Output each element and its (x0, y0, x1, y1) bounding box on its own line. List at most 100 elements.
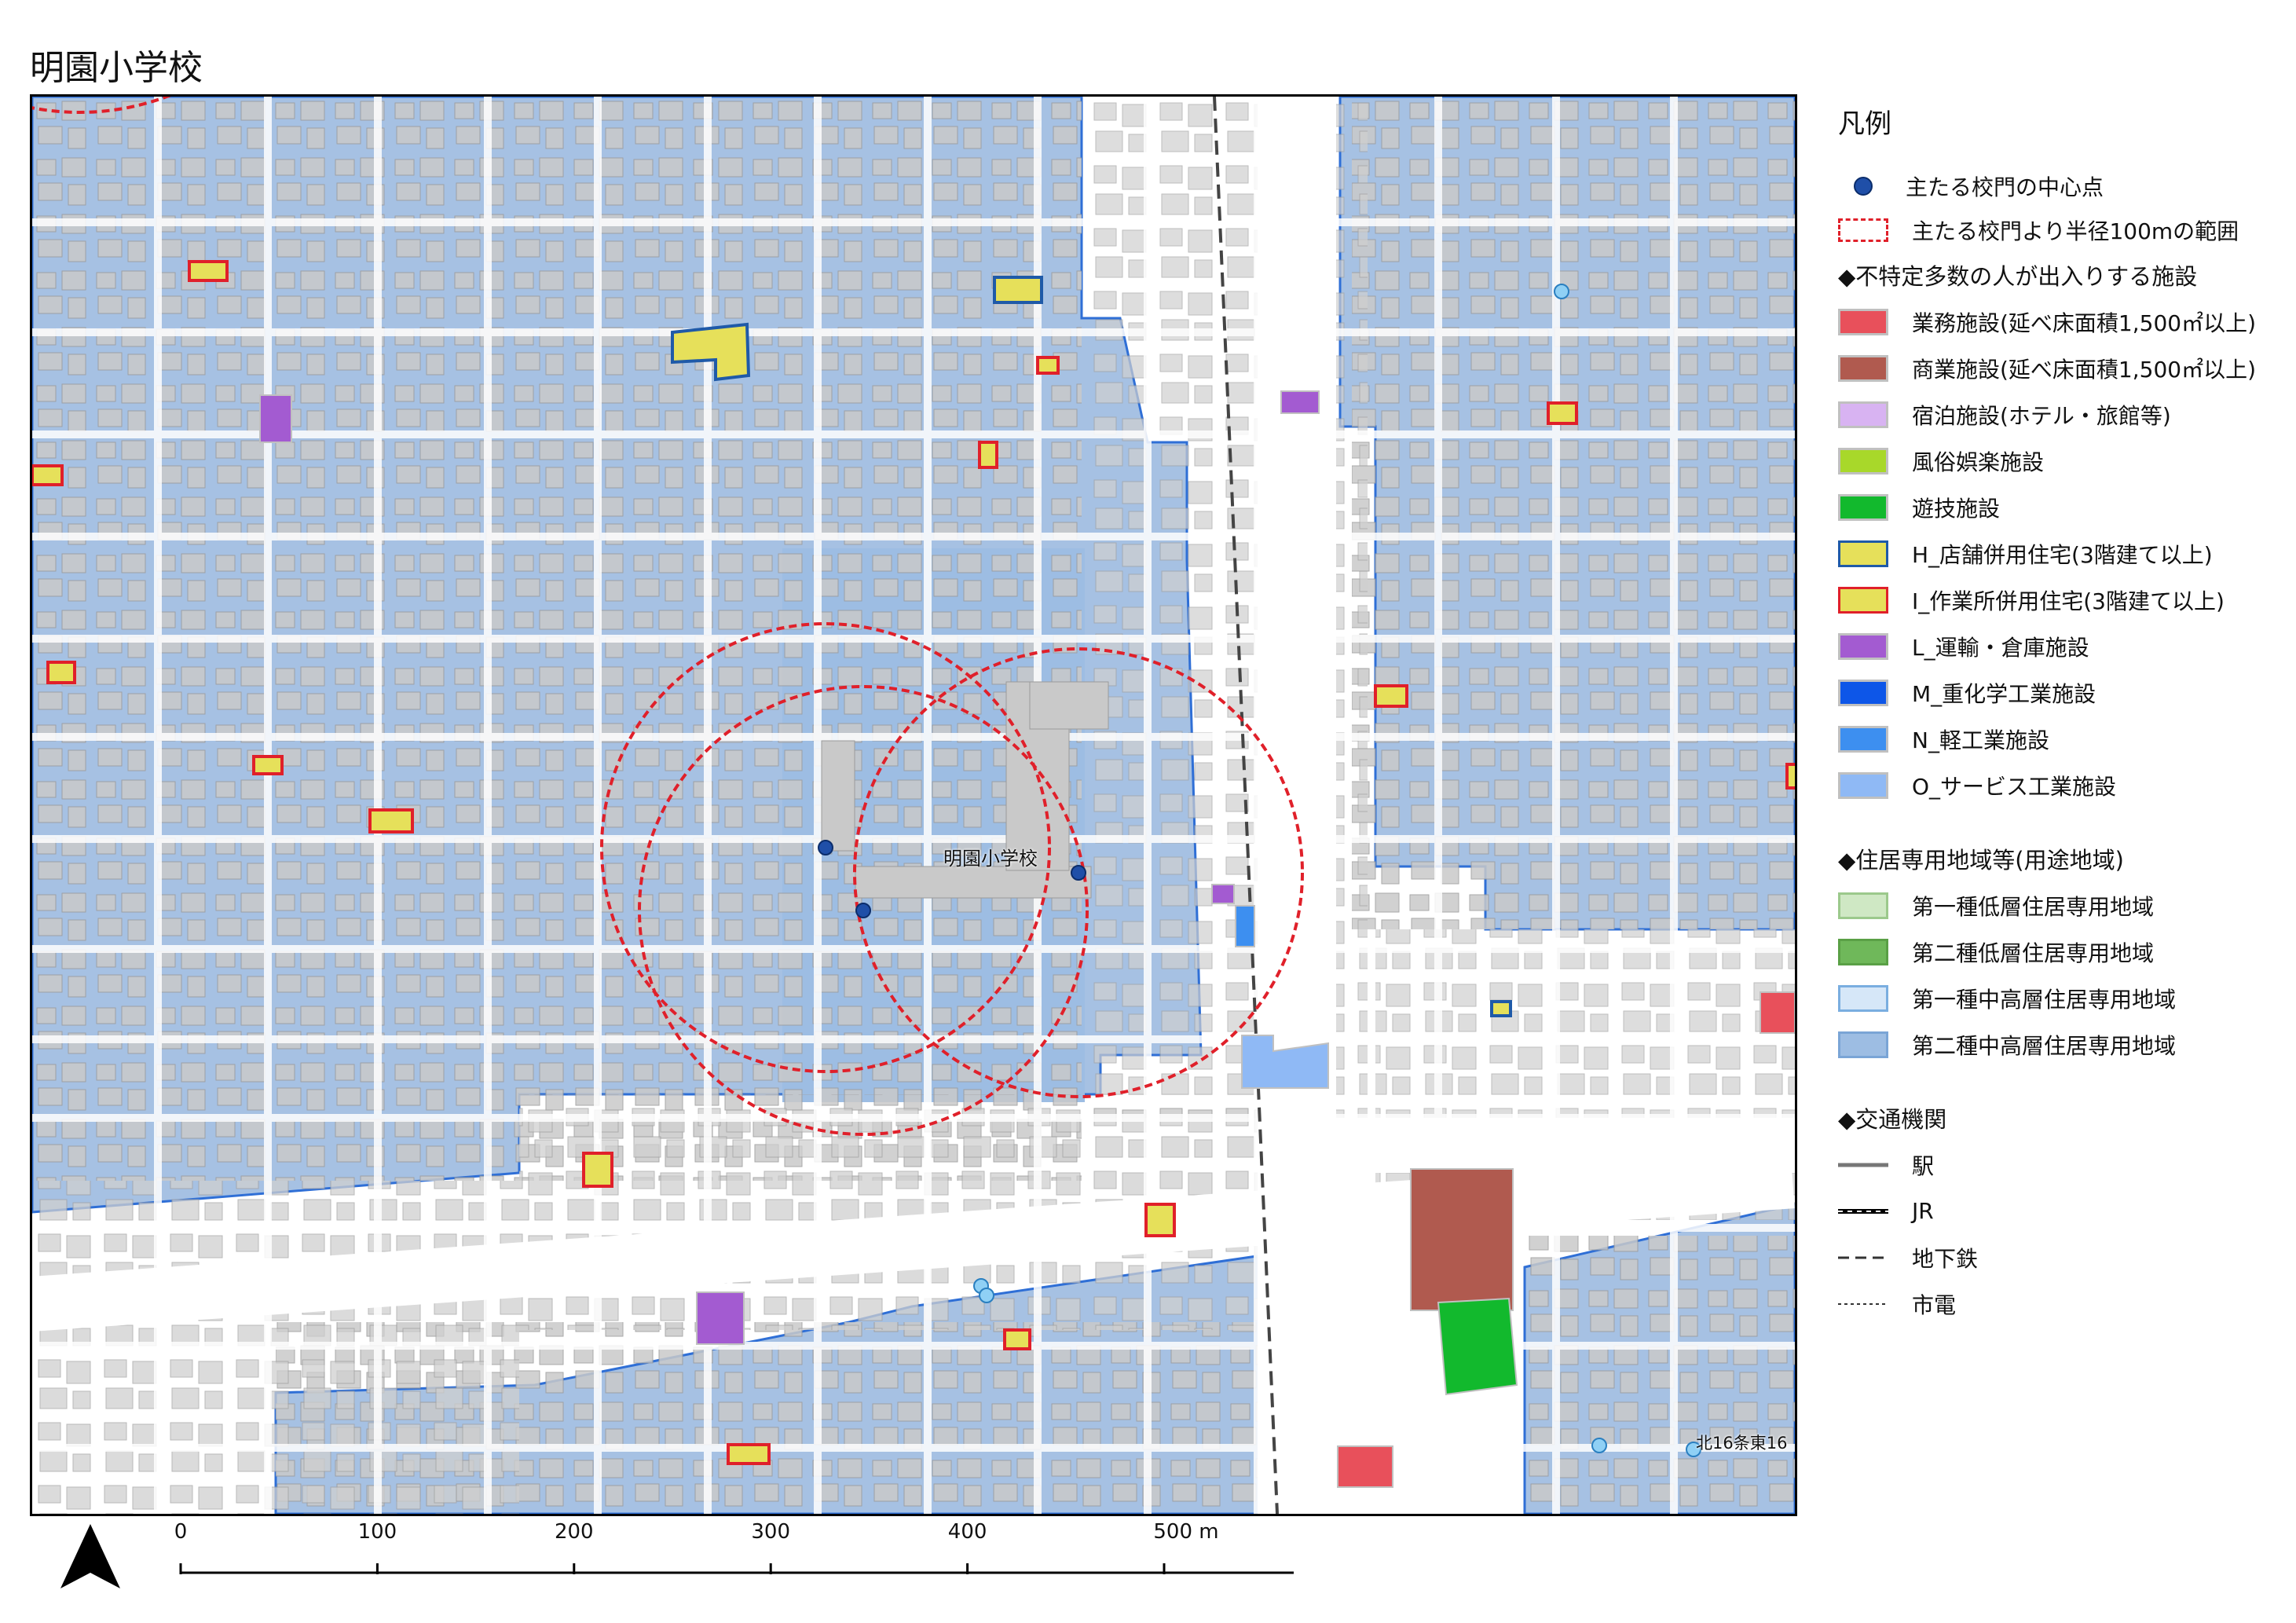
legend-facility-swatch-icon (1838, 354, 1888, 382)
school-label: 明園小学校 (943, 848, 1038, 870)
legend-facility-item: 商業施設(延べ床面積1,500㎡以上) (1838, 345, 2286, 391)
legend-transport-item: 駅 (1838, 1141, 2286, 1188)
legend-zone-swatch-icon (1838, 1031, 1888, 1058)
facility-l-transport (696, 1291, 745, 1345)
transport-subway-icon (1838, 1256, 1888, 1258)
legend-transport-label: 地下鉄 (1912, 1245, 1979, 1272)
legend-zone-item: 第一種低層住居専用地域 (1838, 882, 2286, 929)
legend-facility-label: O_サービス工業施設 (1912, 773, 2117, 800)
legend-transport-item: 市電 (1838, 1280, 2286, 1327)
legend-facility-item: O_サービス工業施設 (1838, 762, 2286, 808)
legend-facility-label: N_軽工業施設 (1912, 727, 2049, 753)
facility-i-workshop-residence (1003, 1328, 1031, 1350)
legend-facility-label: L_運輸・倉庫施設 (1912, 634, 2089, 661)
legend-facility-label: 遊技施設 (1912, 495, 2001, 522)
legend-facility-label: M_重化学工業施設 (1912, 680, 2096, 707)
legend-facility-label: 業務施設(延べ床面積1,500㎡以上) (1912, 310, 2257, 336)
legend-facility-swatch-icon (1838, 679, 1888, 706)
facility-i-workshop-residence (368, 808, 414, 833)
legend-facility-item: 業務施設(延べ床面積1,500㎡以上) (1838, 299, 2286, 345)
facility-i-workshop-residence (1785, 763, 1795, 790)
legend-facility-item: 宿泊施設(ホテル・旅館等) (1838, 391, 2286, 438)
legend: 凡例 主たる校門の中心点 主たる校門より半径100mの範囲 ◆不特定多数の人が出… (1838, 102, 2286, 1327)
facility-i-workshop-residence (1374, 684, 1408, 708)
legend-zone-swatch-icon (1838, 938, 1888, 965)
legend-facility-label: 風俗娯楽施設 (1912, 449, 2045, 475)
legend-facility-item: M_重化学工業施設 (1838, 669, 2286, 716)
facility-l-transport (259, 394, 292, 443)
legend-transport-label: 駅 (1912, 1152, 1935, 1179)
facility-i-workshop-residence (32, 464, 64, 486)
facility-business (1760, 991, 1795, 1034)
facility-h-shop-residence (1490, 1000, 1512, 1017)
facility-l-transport (1280, 390, 1320, 414)
legend-facility-item: I_作業所併用住宅(3階建て以上) (1838, 577, 2286, 623)
legend-transport-item: JR (1838, 1188, 2286, 1234)
legend-facility-item: N_軽工業施設 (1838, 716, 2286, 762)
facility-i-workshop-residence (1547, 401, 1578, 425)
legend-facility-swatch-icon (1838, 725, 1888, 753)
legend-zone-label: 第一種低層住居専用地域 (1912, 893, 2155, 920)
facility-i-workshop-residence (188, 260, 229, 282)
legend-title: 凡例 (1838, 108, 1891, 140)
legend-facility-item: 風俗娯楽施設 (1838, 438, 2286, 484)
transport-station-icon (1838, 1163, 1888, 1167)
gate-point (818, 840, 833, 855)
legend-facility-item: 遊技施設 (1838, 484, 2286, 530)
legend-transport-label: JR (1912, 1198, 1934, 1224)
facility-n-light-industry (1235, 905, 1255, 947)
legend-zone-swatch-icon (1838, 984, 1888, 1012)
legend-zone-label: 第二種中高層住居専用地域 (1912, 1032, 2177, 1059)
facility-business (1337, 1445, 1393, 1488)
legend-section-transport: ◆交通機関 (1838, 1106, 1947, 1133)
legend-facility-swatch-icon (1838, 632, 1888, 660)
map-canvas[interactable] (32, 97, 1795, 1514)
facility-i-workshop-residence (1036, 356, 1060, 375)
radius-range-icon (1838, 218, 1888, 242)
legend-transport-item: 地下鉄 (1838, 1234, 2286, 1280)
legend-zone-item: 第一種中高層住居専用地域 (1838, 975, 2286, 1021)
transport-jr-icon (1838, 1208, 1888, 1214)
legend-facility-swatch-icon (1838, 308, 1888, 335)
facility-l-transport (1211, 884, 1235, 904)
page-title: 明園小学校 (30, 48, 203, 88)
legend-facility-label: I_作業所併用住宅(3階建て以上) (1912, 588, 2225, 614)
legend-facility-item: L_運輸・倉庫施設 (1838, 623, 2286, 669)
legend-transport-label: 市電 (1912, 1291, 1957, 1318)
legend-section-zones: ◆住居専用地域等(用途地域) (1838, 847, 2124, 874)
legend-radius-range: 主たる校門より半径100mの範囲 (1838, 209, 2286, 251)
facility-i-workshop-residence (252, 755, 284, 775)
facility-i-workshop-residence (1144, 1203, 1176, 1237)
facility-amusement (1437, 1297, 1518, 1396)
legend-facility-swatch-icon (1838, 447, 1888, 474)
legend-facility-swatch-icon (1838, 586, 1888, 614)
legend-zone-label: 第二種低層住居専用地域 (1912, 940, 2155, 966)
facility-h-shop-residence (993, 276, 1043, 304)
transport-tram-icon (1838, 1302, 1888, 1305)
facility-commercial (1410, 1168, 1514, 1311)
gate-point (855, 903, 871, 918)
scale-bar-graphic (179, 1563, 1294, 1574)
facility-i-workshop-residence (46, 661, 76, 684)
legend-zone-item: 第二種中高層住居専用地域 (1838, 1021, 2286, 1068)
gate-point (1071, 865, 1086, 881)
legend-facility-swatch-icon (1838, 540, 1888, 567)
map-frame[interactable]: 明園小学校 北16条東16 (30, 94, 1797, 1516)
legend-facility-item: H_店舗併用住宅(3階建て以上) (1838, 530, 2286, 577)
legend-zone-item: 第二種低層住居専用地域 (1838, 929, 2286, 975)
facility-i-workshop-residence (727, 1443, 771, 1465)
legend-section-facilities: ◆不特定多数の人が出入りする施設 (1838, 263, 2198, 290)
legend-facility-swatch-icon (1838, 493, 1888, 521)
north-arrow-icon (60, 1524, 120, 1588)
facility-i-workshop-residence (978, 441, 998, 469)
scale-bar: 0 100 200 300 400 500 m (157, 1520, 1335, 1599)
legend-facility-label: H_店舗併用住宅(3階建て以上) (1912, 541, 2213, 568)
facility-i-workshop-residence (582, 1152, 613, 1188)
gate-point-icon (1854, 176, 1873, 196)
legend-facility-label: 商業施設(延べ床面積1,500㎡以上) (1912, 356, 2257, 383)
legend-zone-swatch-icon (1838, 892, 1888, 919)
legend-facility-swatch-icon (1838, 771, 1888, 799)
legend-facility-swatch-icon (1838, 401, 1888, 428)
legend-zone-label: 第一種中高層住居専用地域 (1912, 986, 2177, 1013)
legend-gate-point: 主たる校門の中心点 (1838, 163, 2286, 209)
